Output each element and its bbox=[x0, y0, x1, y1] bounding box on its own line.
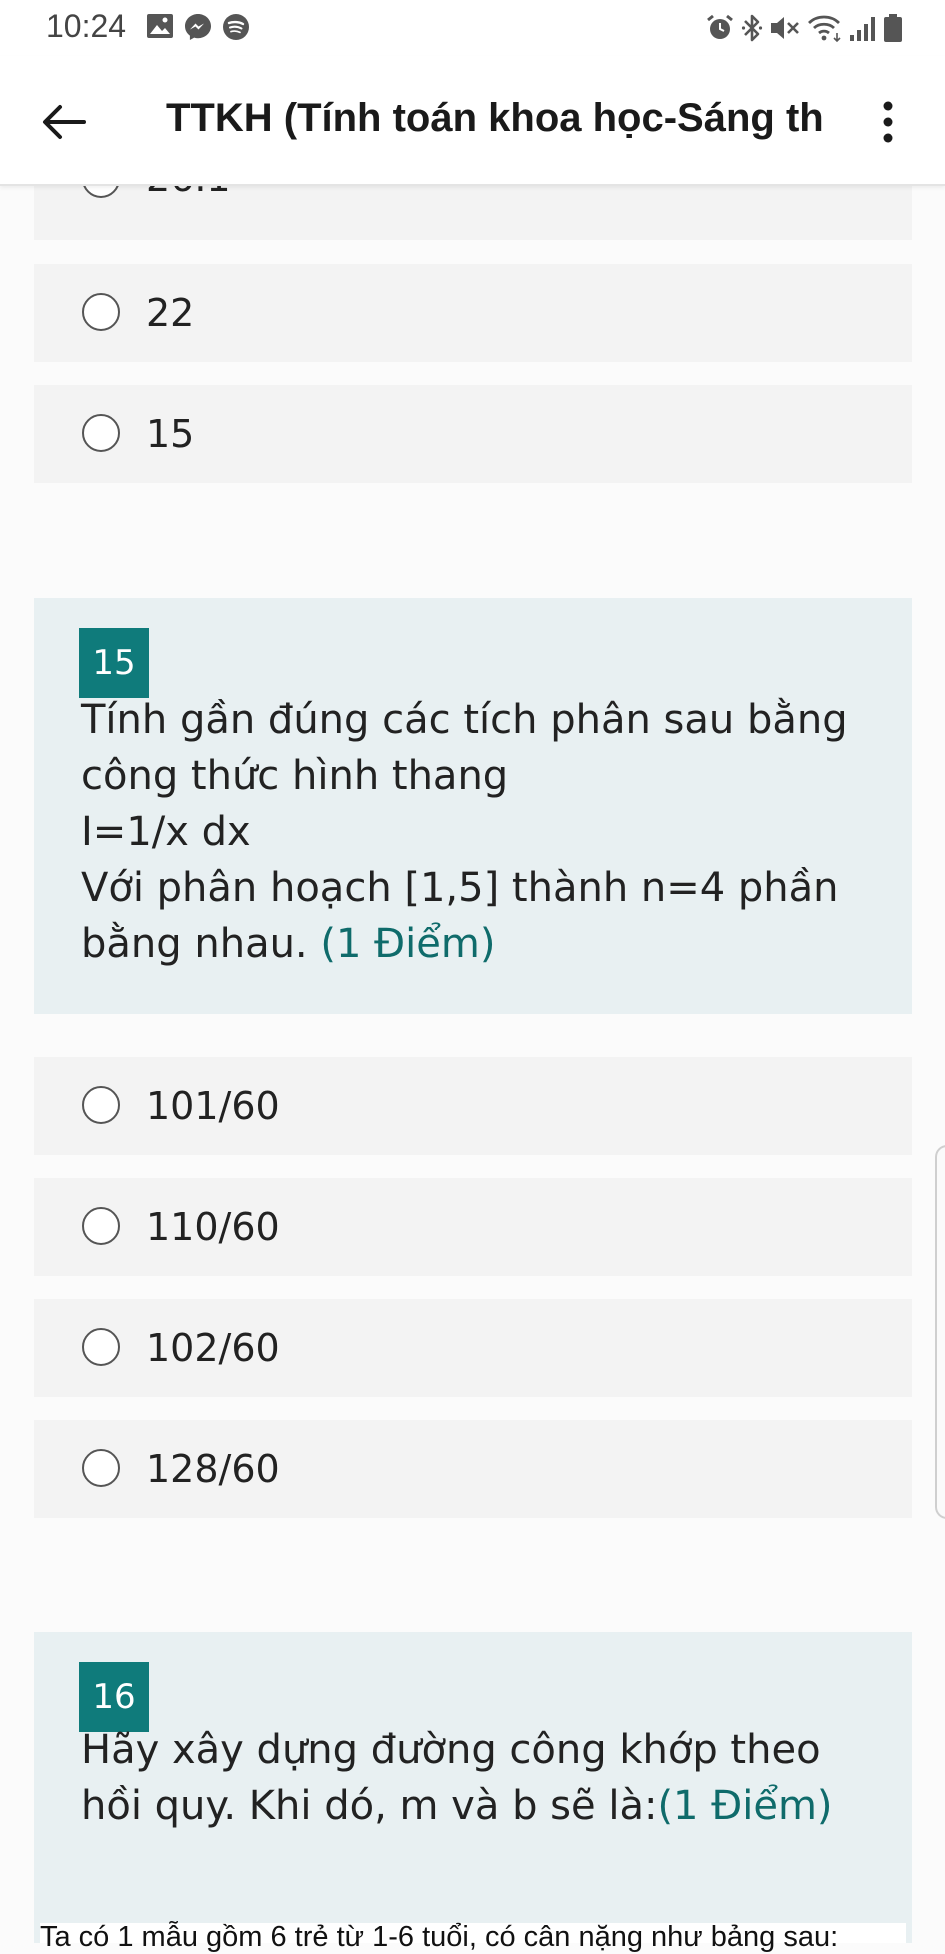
option-label: 22 bbox=[146, 291, 195, 335]
points-label: (1 Điểm) bbox=[657, 1783, 833, 1829]
messenger-icon bbox=[185, 14, 211, 40]
status-time: 10:24 bbox=[46, 8, 127, 44]
points-label: (1 Điểm) bbox=[320, 921, 496, 967]
status-bar: 10:24 bbox=[0, 0, 945, 56]
wifi-icon bbox=[808, 15, 841, 43]
option-110-60[interactable]: 110/60 bbox=[34, 1178, 912, 1276]
app-bar: TTKH (Tính toán khoa học-Sáng th... bbox=[0, 56, 945, 186]
option-22[interactable]: 22 bbox=[34, 264, 912, 362]
question-line-last: hồi quy. Khi dó, m và b sẽ là:(1 Điểm) bbox=[81, 1778, 881, 1834]
battery-icon bbox=[884, 14, 902, 42]
alarm-icon bbox=[707, 14, 733, 39]
bluetooth-icon bbox=[741, 14, 763, 42]
question-line-last: bằng nhau. (1 Điểm) bbox=[81, 916, 881, 972]
option-label: 15 bbox=[146, 412, 195, 456]
option-label: 110/60 bbox=[146, 1205, 280, 1249]
question-text: Hãy xây dựng đường công khớp theo hồi qu… bbox=[81, 1722, 881, 1834]
radio-button[interactable] bbox=[82, 1328, 120, 1366]
radio-button[interactable] bbox=[82, 1207, 120, 1245]
option-101-60[interactable]: 101/60 bbox=[34, 1057, 912, 1155]
option-128-60[interactable]: 128/60 bbox=[34, 1420, 912, 1518]
radio-button[interactable] bbox=[82, 1086, 120, 1124]
back-button[interactable] bbox=[36, 94, 92, 150]
option-15[interactable]: 15 bbox=[34, 385, 912, 483]
radio-button[interactable] bbox=[82, 414, 120, 452]
page-title: TTKH (Tính toán khoa học-Sáng th... bbox=[166, 96, 826, 140]
status-right-icons bbox=[705, 13, 903, 43]
more-options-button[interactable] bbox=[868, 92, 908, 152]
option-label: 101/60 bbox=[146, 1084, 280, 1128]
status-left-icons bbox=[146, 13, 250, 41]
radio-button[interactable] bbox=[82, 293, 120, 331]
arrow-left-icon bbox=[43, 105, 86, 139]
signal-icon bbox=[850, 17, 875, 41]
option-102-60[interactable]: 102/60 bbox=[34, 1299, 912, 1397]
question-15-card: 15 Tính gần đúng các tích phân sau bằng … bbox=[34, 598, 912, 1014]
option-label: 102/60 bbox=[146, 1326, 280, 1370]
question-line: Hãy xây dựng đường công khớp theo bbox=[81, 1727, 821, 1773]
question-16-card: 16 Hãy xây dựng đường công khớp theo hồi… bbox=[34, 1632, 912, 1943]
radio-button[interactable] bbox=[82, 1449, 120, 1487]
question-line: hồi quy. Khi dó, m và b sẽ là: bbox=[81, 1783, 658, 1829]
scrollbar-thumb[interactable] bbox=[935, 1145, 945, 1519]
question-line: I=1/x dx bbox=[81, 809, 251, 855]
question-line: Tính gần đúng các tích phân sau bằng bbox=[81, 697, 848, 743]
option-label: 128/60 bbox=[146, 1447, 280, 1491]
mute-icon bbox=[771, 17, 799, 39]
question-line: bằng nhau. bbox=[81, 921, 308, 967]
question-line: Với phân hoạch [1,5] thành n=4 phần bbox=[81, 865, 839, 911]
form-content: 26.1 22 15 15 Tính gần đúng các tích phâ… bbox=[0, 0, 945, 1953]
question-number: 15 bbox=[79, 628, 149, 698]
question-image: Ta có 1 mẫu gồm 6 trẻ từ 1-6 tuổi, có câ… bbox=[40, 1921, 906, 1953]
gallery-icon bbox=[147, 14, 173, 38]
question-text: Tính gần đúng các tích phân sau bằng côn… bbox=[81, 692, 881, 972]
image-caption-text: Ta có 1 mẫu gồm 6 trẻ từ 1-6 tuổi, có câ… bbox=[40, 1921, 839, 1953]
spotify-icon bbox=[223, 14, 249, 40]
question-line: công thức hình thang bbox=[81, 753, 509, 799]
more-vertical-icon bbox=[883, 101, 893, 143]
